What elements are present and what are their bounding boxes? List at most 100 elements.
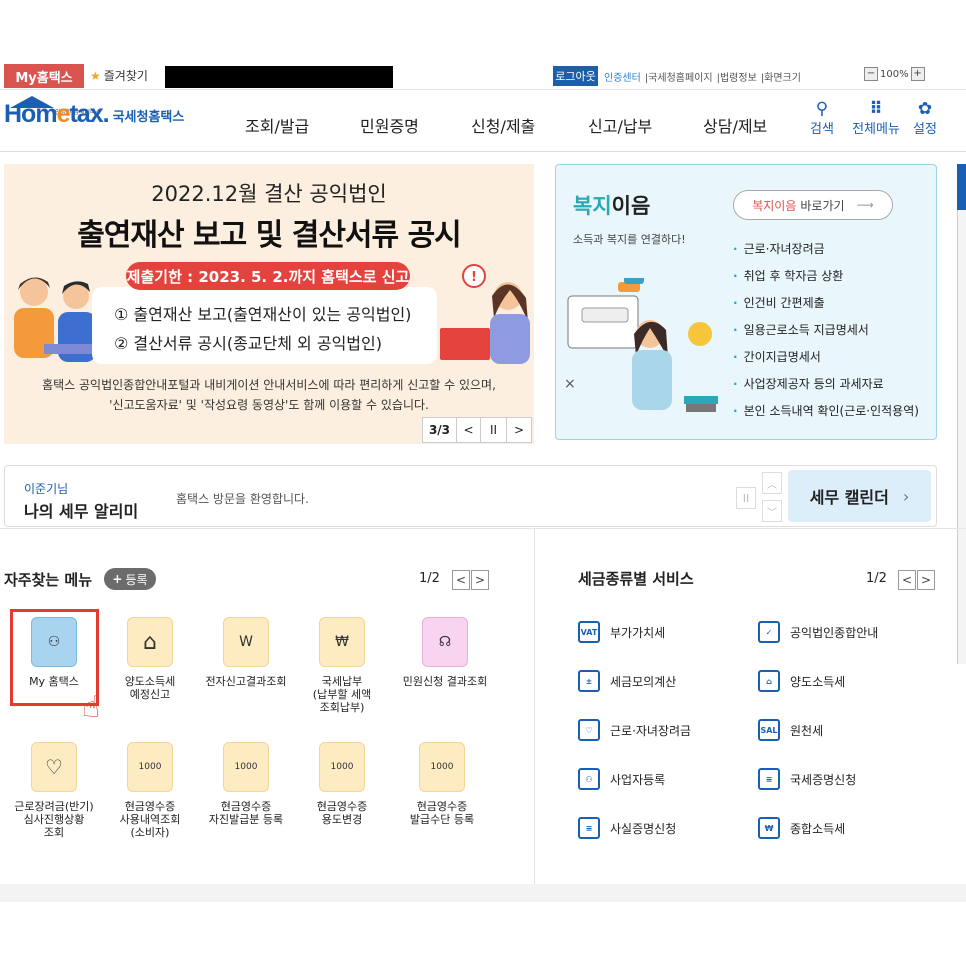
settings-button[interactable]: ✿ 설정 [905, 100, 945, 137]
calculator-icon: ± [578, 670, 600, 692]
menu-efiling-result[interactable]: W 전자신고결과조회 [198, 617, 294, 688]
menu-transfer-income-tax[interactable]: ⌂ 양도소득세 예정신고 [102, 617, 198, 701]
woman-laptop-illustration: ! [440, 264, 530, 364]
receipt-icon: 1000 [319, 742, 365, 792]
menu-cash-receipt-purpose[interactable]: 1000 현금영수증 용도변경 [294, 742, 390, 826]
welfare-list-item: 일용근로소득 지급명세서 [733, 317, 919, 344]
frequent-menu-next-button[interactable]: > [471, 570, 489, 590]
grid-menu-icon: ⠿ [869, 99, 883, 119]
side-quick-panel[interactable] [957, 164, 966, 664]
banner-description-line-1: 홈택스 공익법인종합안내포털과 내비게이션 안내서비스에 따라 편리하게 신고할… [42, 378, 496, 392]
service-global-income-tax[interactable]: ₩ 종합소득세 [758, 817, 845, 839]
welfare-service-list: 근로·자녀장려금 취업 후 학자금 상환 인건비 간편제출 일용근로소득 지급명… [733, 236, 919, 425]
register-menu-button[interactable]: + 등록 [104, 568, 156, 590]
service-vat[interactable]: VAT 부가가치세 [578, 621, 665, 643]
banner-item-2: ② 결산서류 공시(종교단체 외 공익법인) [114, 334, 382, 353]
receipt-icon: 1000 [419, 742, 465, 792]
section-divider [0, 528, 966, 529]
frequent-menu-prev-button[interactable]: < [452, 570, 470, 590]
welfare-shortcut-button[interactable]: 복지이음 바로가기 ⟶ [733, 190, 893, 220]
welfare-illustration: × [564, 278, 718, 412]
receipt-icon: 1000 [223, 742, 269, 792]
nts-homepage-link[interactable]: |국세청홈페이지 [645, 69, 713, 84]
favorites-label: 즐겨찾기 [103, 69, 148, 83]
banner-pager: 3/3 < II > [422, 417, 532, 443]
heart-search-icon: ♡ [31, 742, 77, 792]
menu-cash-receipt-usage[interactable]: 1000 현금영수증 사용내역조회 (소비자) [102, 742, 198, 839]
service-tax-certificate[interactable]: ≡ 국세증명신청 [758, 768, 856, 790]
zoom-in-button[interactable]: + [910, 67, 925, 81]
svg-text:×: × [564, 376, 576, 392]
banner-item-1: ① 출연재산 보고(출연재산이 있는 공익법인) [114, 305, 412, 324]
banner-next-button[interactable]: > [507, 418, 531, 442]
banner-page-indicator: 3/3 [423, 418, 457, 442]
nav-inquiry[interactable]: 조회/발급 [245, 113, 309, 137]
arrow-right-icon: ⟶ [856, 198, 874, 212]
welfare-list-item: 사업장제공자 등의 과세자료 [733, 371, 919, 398]
tax-service-next-button[interactable]: > [917, 570, 935, 590]
service-transfer-tax[interactable]: ⌂ 양도소득세 [758, 670, 845, 692]
all-menu-label: 전체메뉴 [852, 122, 900, 137]
service-business-registration[interactable]: ⚇ 사업자등록 [578, 768, 665, 790]
menu-tax-payment[interactable]: ₩ 국세납부 (납부할 세액 조회납부) [294, 617, 390, 714]
frequent-menu-page: 1/2 [419, 571, 440, 586]
law-info-link[interactable]: |법령정보 [717, 69, 757, 84]
search-label: 검색 [810, 122, 834, 137]
person-icon: ⚇ [578, 768, 600, 790]
cert-center-link[interactable]: 인증센터 [604, 69, 641, 84]
svg-text:!: ! [471, 270, 477, 285]
all-menu-button[interactable]: ⠿ 전체메뉴 [850, 100, 902, 137]
tax-calendar-button[interactable]: 세무 캘린더 › [788, 470, 931, 522]
service-public-corp[interactable]: ✓ 공익법인종합안내 [758, 621, 878, 643]
welfare-subtitle: 소득과 복지를 연결하다! [573, 233, 686, 246]
favorites-link[interactable]: ★ 즐겨찾기 [90, 67, 148, 84]
footer-strip [0, 884, 966, 902]
welfare-list-item: 취업 후 학자금 상환 [733, 263, 919, 290]
service-tax-simulation[interactable]: ± 세금모의계산 [578, 670, 676, 692]
banner-prev-button[interactable]: < [457, 418, 481, 442]
hometax-logo[interactable]: Hometax. 국세청홈택스 [4, 100, 184, 129]
gear-icon: ✿ [917, 99, 933, 119]
tax-service-prev-button[interactable]: < [898, 570, 916, 590]
menu-civil-result[interactable]: ☊ 민원신청 결과조회 [390, 617, 500, 688]
nav-application[interactable]: 신청/제출 [471, 113, 535, 137]
service-withholding-tax[interactable]: SAL 원천세 [758, 719, 823, 741]
house-icon: ⌂ [758, 670, 780, 692]
vat-icon: VAT [578, 621, 600, 643]
banner-pause-button[interactable]: II [481, 418, 507, 442]
alarm-message: 홈택스 방문을 환영합니다. [176, 492, 309, 506]
logout-button[interactable]: 로그아웃 [553, 66, 598, 86]
headset-icon: ☊ [422, 617, 468, 667]
my-hometax-button[interactable]: My홈택스 [4, 64, 84, 88]
nav-filing-payment[interactable]: 신고/납부 [588, 113, 652, 137]
zoom-level: 100% [880, 68, 909, 80]
document-icon: ≡ [758, 768, 780, 790]
settings-label: 설정 [913, 122, 937, 137]
screen-size-label: |화면크기 [760, 73, 801, 84]
nav-civil-certificate[interactable]: 민원증명 [360, 113, 419, 137]
welfare-list-item: 근로·자녀장려금 [733, 236, 919, 263]
document-search-icon: W [223, 617, 269, 667]
alarm-pause-button[interactable]: II [736, 487, 756, 509]
menu-earned-income-credit[interactable]: ♡ 근로장려금(반기) 심사진행상황 조회 [6, 742, 102, 839]
menu-cash-receipt-self-issue[interactable]: 1000 현금영수증 자진발급분 등록 [198, 742, 294, 826]
heart-icon: ♡ [578, 719, 600, 741]
service-earned-income-credit[interactable]: ♡ 근로·자녀장려금 [578, 719, 691, 741]
utility-links: 인증센터 |국세청홈페이지 |법령정보 |화면크기 [604, 69, 801, 84]
menu-cash-receipt-method[interactable]: 1000 현금영수증 발급수단 등록 [390, 742, 494, 826]
tax-service-page: 1/2 [866, 571, 887, 586]
nav-consultation[interactable]: 상담/제보 [703, 113, 767, 137]
alarm-up-button[interactable]: ︿ [762, 472, 782, 494]
zoom-out-button[interactable]: − [864, 67, 878, 81]
banner-title: 2022.12월 결산 공익법인 [151, 182, 387, 206]
alarm-down-button[interactable]: ﹀ [762, 500, 782, 522]
service-fact-certificate[interactable]: ≡ 사실증명신청 [578, 817, 676, 839]
column-divider [534, 528, 535, 884]
side-quick-panel-tab[interactable] [957, 164, 966, 210]
logo-subtitle: 국세청홈택스 [112, 110, 185, 125]
receipt-icon: 1000 [127, 742, 173, 792]
welfare-list-item: 본인 소득내역 확인(근로·인적용역) [733, 398, 919, 425]
banner-description-line-2: '신고도움자료' 및 '작성요령 동영상'도 함께 이용할 수 있습니다. [109, 398, 429, 412]
welfare-title: 복지이음 [573, 194, 651, 218]
search-button[interactable]: ⚲ 검색 [802, 100, 842, 137]
